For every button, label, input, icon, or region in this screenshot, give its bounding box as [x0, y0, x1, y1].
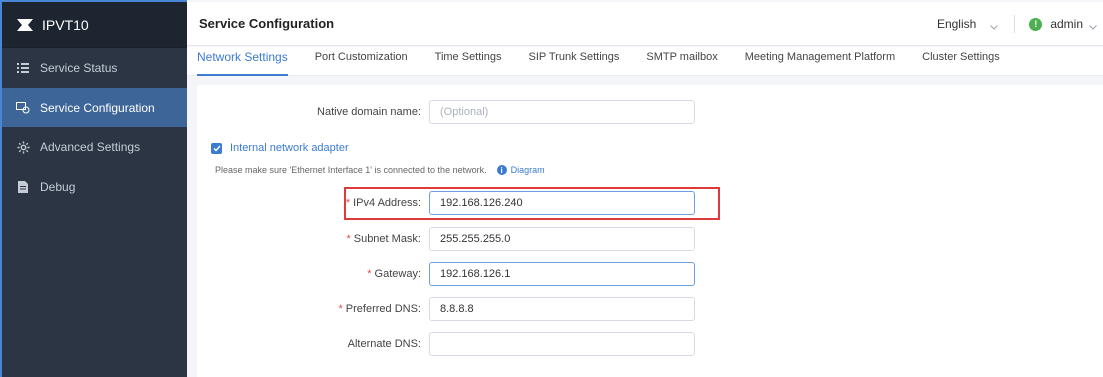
- sidebar-item-service-status[interactable]: Service Status: [2, 48, 187, 88]
- subnet-row: * Subnet Mask: 255.255.255.0: [197, 227, 703, 251]
- config-icon: [16, 101, 30, 115]
- page-title: Service Configuration: [199, 16, 335, 31]
- alternate-dns-row: Alternate DNS:: [197, 332, 703, 356]
- network-note-text: Please make sure 'Ethernet Interface 1' …: [215, 165, 487, 175]
- info-icon: i: [496, 165, 507, 175]
- preferred-dns-row: * Preferred DNS: 8.8.8.8: [197, 297, 703, 321]
- required-mark: *: [338, 303, 343, 315]
- required-mark: *: [346, 233, 351, 245]
- highlight-box: [344, 187, 720, 220]
- required-mark: *: [367, 268, 372, 280]
- internal-adapter-label: Internal network adapter: [230, 142, 349, 154]
- checkbox-checked-icon[interactable]: [211, 142, 222, 154]
- language-label: English: [936, 17, 977, 31]
- native-domain-input[interactable]: (Optional): [429, 100, 695, 124]
- tab-time-settings[interactable]: Time Settings: [435, 47, 502, 76]
- chevron-down-icon: [990, 20, 999, 30]
- gateway-label: * Gateway:: [367, 268, 421, 280]
- sidebar-item-service-configuration[interactable]: Service Configuration: [2, 88, 187, 127]
- subnet-input[interactable]: 255.255.255.0: [429, 227, 695, 251]
- tab-meeting-management-platform[interactable]: Meeting Management Platform: [745, 47, 895, 76]
- gear-icon: [16, 140, 30, 154]
- top-header: Service Configuration English ! admin: [187, 2, 1103, 46]
- tab-sip-trunk-settings[interactable]: SIP Trunk Settings: [528, 47, 619, 76]
- native-domain-label: Native domain name:: [317, 106, 421, 118]
- chevron-down-icon: [1089, 20, 1097, 30]
- diagram-link[interactable]: Diagram: [511, 165, 545, 175]
- language-select[interactable]: English: [936, 17, 999, 31]
- gateway-row: * Gateway: 192.168.126.1: [197, 262, 703, 286]
- user-icon: !: [1029, 17, 1043, 31]
- gateway-input[interactable]: 192.168.126.1: [429, 262, 695, 286]
- native-domain-row: Native domain name: (Optional): [197, 100, 703, 124]
- document-icon: [16, 180, 30, 194]
- alternate-dns-input[interactable]: [429, 332, 695, 356]
- sidebar-item-advanced-settings[interactable]: Advanced Settings: [2, 127, 187, 167]
- tab-network-settings[interactable]: Network Settings: [197, 47, 288, 76]
- user-menu[interactable]: ! admin: [1029, 17, 1103, 31]
- user-name: admin: [1050, 17, 1083, 31]
- logo-icon: [16, 17, 34, 33]
- tab-smtp-mailbox[interactable]: SMTP mailbox: [646, 47, 717, 76]
- brand[interactable]: IPVT10: [2, 2, 187, 48]
- sidebar: IPVT10 Service Status Service Configurat…: [0, 0, 187, 377]
- preferred-dns-input[interactable]: 8.8.8.8: [429, 297, 695, 321]
- sidebar-item-label: Service Configuration: [40, 100, 155, 115]
- brand-name: IPVT10: [42, 16, 89, 33]
- divider: [1014, 15, 1016, 33]
- alternate-dns-label: Alternate DNS:: [347, 338, 421, 350]
- tab-cluster-settings[interactable]: Cluster Settings: [922, 47, 1000, 76]
- header-right: English ! admin: [937, 2, 1103, 46]
- subnet-label: * Subnet Mask:: [346, 233, 421, 245]
- tab-port-customization[interactable]: Port Customization: [315, 47, 408, 76]
- sidebar-item-debug[interactable]: Debug: [2, 167, 187, 207]
- list-icon: [16, 61, 30, 75]
- preferred-dns-label: * Preferred DNS:: [338, 303, 421, 315]
- sidebar-item-label: Advanced Settings: [40, 140, 141, 154]
- internal-adapter-row[interactable]: Internal network adapter: [211, 142, 349, 154]
- network-settings-form: Native domain name: (Optional) Internal …: [197, 85, 1103, 377]
- sidebar-item-label: Debug: [40, 180, 76, 194]
- sidebar-item-label: Service Status: [40, 61, 118, 75]
- tab-bar: Network Settings Port Customization Time…: [187, 47, 1103, 76]
- network-note: Please make sure 'Ethernet Interface 1' …: [215, 165, 545, 175]
